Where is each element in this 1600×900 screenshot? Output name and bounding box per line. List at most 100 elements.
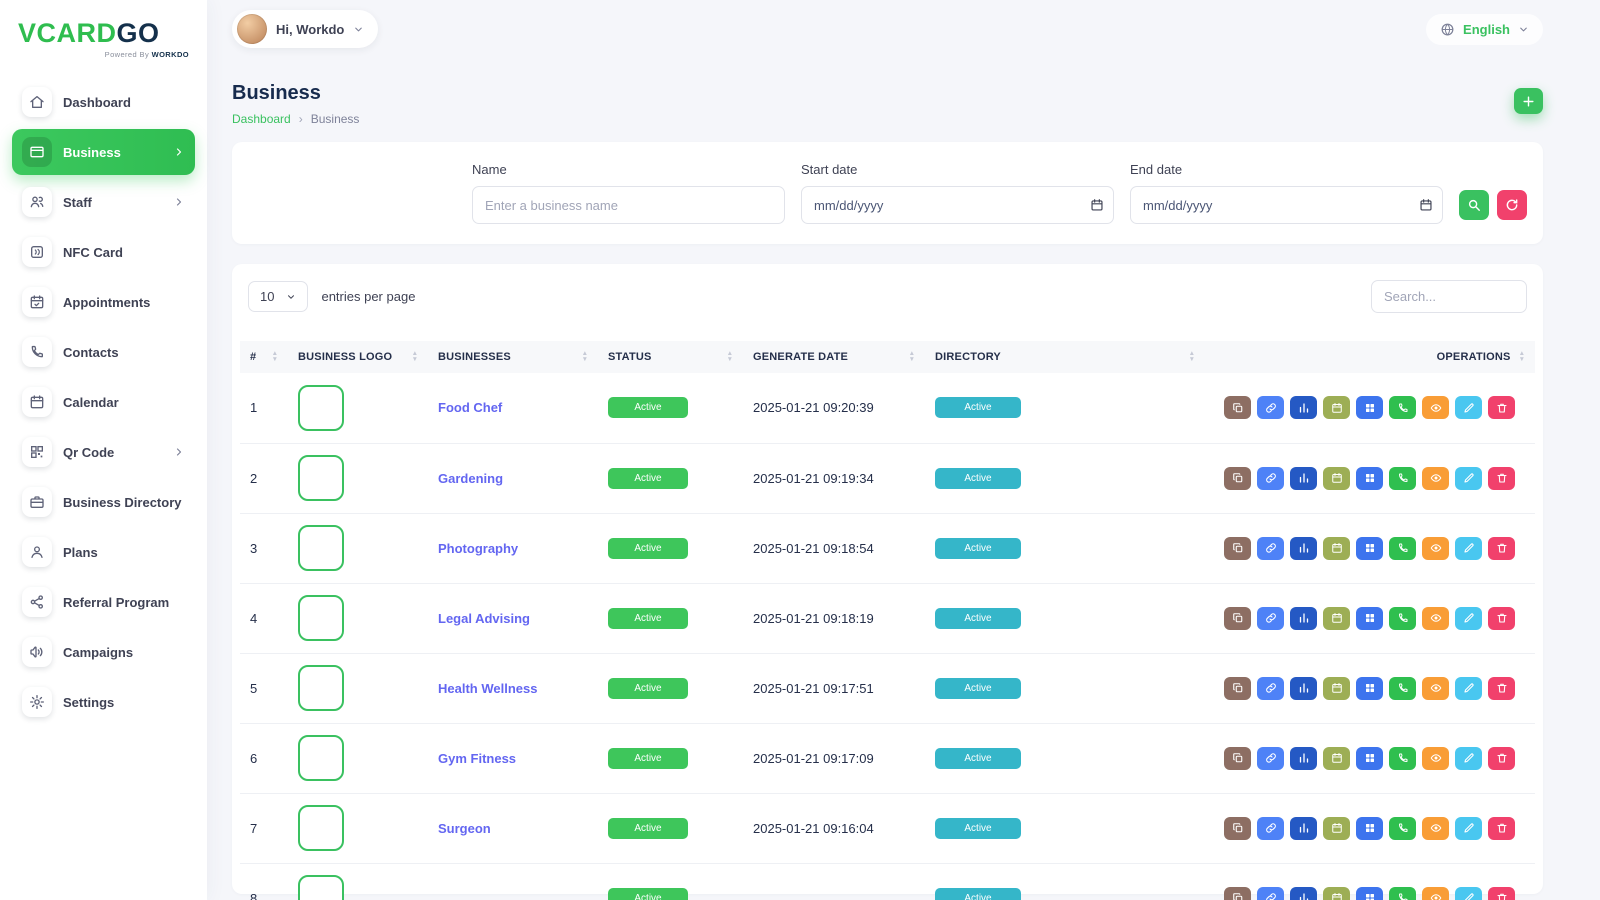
analytics-button[interactable] — [1290, 677, 1317, 700]
entries-per-page-select[interactable]: 10 — [248, 281, 308, 312]
link-button[interactable] — [1257, 467, 1284, 490]
sidebar-item[interactable]: Calendar — [12, 379, 195, 425]
sidebar-item[interactable]: Dashboard — [12, 79, 195, 125]
copy-button[interactable] — [1224, 467, 1251, 490]
copy-button[interactable] — [1224, 607, 1251, 630]
sidebar-item[interactable]: Referral Program — [12, 579, 195, 625]
link-button[interactable] — [1257, 817, 1284, 840]
qr-grid-button[interactable] — [1356, 887, 1383, 900]
delete-button[interactable] — [1488, 817, 1515, 840]
analytics-button[interactable] — [1290, 467, 1317, 490]
add-business-button[interactable] — [1514, 88, 1543, 114]
link-button[interactable] — [1257, 396, 1284, 419]
appointments-button[interactable] — [1323, 817, 1350, 840]
qr-grid-button[interactable] — [1356, 396, 1383, 419]
link-button[interactable] — [1257, 537, 1284, 560]
sidebar-item[interactable]: Staff — [12, 179, 195, 225]
qr-grid-button[interactable] — [1356, 677, 1383, 700]
qr-grid-button[interactable] — [1356, 607, 1383, 630]
edit-button[interactable] — [1455, 817, 1482, 840]
business-name-link[interactable]: Gym Fitness — [438, 751, 516, 766]
appointments-button[interactable] — [1323, 747, 1350, 770]
edit-button[interactable] — [1455, 607, 1482, 630]
qr-grid-button[interactable] — [1356, 747, 1383, 770]
column-header[interactable]: Operations ▲▼ — [1205, 341, 1535, 373]
analytics-button[interactable] — [1290, 396, 1317, 419]
appointments-button[interactable] — [1323, 537, 1350, 560]
column-header[interactable]: Businesses ▲▼ — [428, 341, 598, 373]
delete-button[interactable] — [1488, 677, 1515, 700]
link-button[interactable] — [1257, 887, 1284, 900]
appointments-button[interactable] — [1323, 607, 1350, 630]
table-search-input[interactable] — [1371, 280, 1527, 313]
link-button[interactable] — [1257, 677, 1284, 700]
contacts-button[interactable] — [1389, 887, 1416, 900]
name-filter-input[interactable] — [472, 186, 785, 224]
view-button[interactable] — [1422, 677, 1449, 700]
edit-button[interactable] — [1455, 537, 1482, 560]
edit-button[interactable] — [1455, 467, 1482, 490]
analytics-button[interactable] — [1290, 607, 1317, 630]
business-name-link[interactable]: Photography — [438, 541, 518, 556]
contacts-button[interactable] — [1389, 817, 1416, 840]
start-date-input[interactable] — [801, 186, 1114, 224]
delete-button[interactable] — [1488, 607, 1515, 630]
edit-button[interactable] — [1455, 396, 1482, 419]
business-name-link[interactable]: Health Wellness — [438, 681, 537, 696]
view-button[interactable] — [1422, 396, 1449, 419]
copy-button[interactable] — [1224, 817, 1251, 840]
delete-button[interactable] — [1488, 747, 1515, 770]
contacts-button[interactable] — [1389, 747, 1416, 770]
appointments-button[interactable] — [1323, 396, 1350, 419]
copy-button[interactable] — [1224, 537, 1251, 560]
column-header[interactable]: Directory ▲▼ — [925, 341, 1205, 373]
delete-button[interactable] — [1488, 467, 1515, 490]
appointments-button[interactable] — [1323, 677, 1350, 700]
sidebar-item[interactable]: Qr Code — [12, 429, 195, 475]
edit-button[interactable] — [1455, 677, 1482, 700]
analytics-button[interactable] — [1290, 817, 1317, 840]
sidebar-item[interactable]: Plans — [12, 529, 195, 575]
copy-button[interactable] — [1224, 677, 1251, 700]
analytics-button[interactable] — [1290, 887, 1317, 900]
filter-reset-button[interactable] — [1497, 190, 1527, 220]
view-button[interactable] — [1422, 607, 1449, 630]
view-button[interactable] — [1422, 887, 1449, 900]
qr-grid-button[interactable] — [1356, 537, 1383, 560]
delete-button[interactable] — [1488, 537, 1515, 560]
breadcrumb-dashboard-link[interactable]: Dashboard — [232, 112, 291, 126]
appointments-button[interactable] — [1323, 467, 1350, 490]
qr-grid-button[interactable] — [1356, 467, 1383, 490]
business-name-link[interactable]: Surgeon — [438, 821, 491, 836]
view-button[interactable] — [1422, 817, 1449, 840]
contacts-button[interactable] — [1389, 677, 1416, 700]
column-header[interactable]: # ▲▼ — [240, 341, 288, 373]
business-name-link[interactable]: Food Chef — [438, 400, 502, 415]
sidebar-item[interactable]: Contacts — [12, 329, 195, 375]
filter-search-button[interactable] — [1459, 190, 1489, 220]
business-name-link[interactable]: Gardening — [438, 471, 503, 486]
link-button[interactable] — [1257, 747, 1284, 770]
column-header[interactable]: Business Logo ▲▼ — [288, 341, 428, 373]
column-header[interactable]: Status ▲▼ — [598, 341, 743, 373]
sidebar-item[interactable]: NFC Card — [12, 229, 195, 275]
analytics-button[interactable] — [1290, 537, 1317, 560]
qr-grid-button[interactable] — [1356, 817, 1383, 840]
copy-button[interactable] — [1224, 396, 1251, 419]
end-date-input[interactable] — [1130, 186, 1443, 224]
column-header[interactable]: Generate Date ▲▼ — [743, 341, 925, 373]
contacts-button[interactable] — [1389, 467, 1416, 490]
delete-button[interactable] — [1488, 396, 1515, 419]
analytics-button[interactable] — [1290, 747, 1317, 770]
view-button[interactable] — [1422, 747, 1449, 770]
contacts-button[interactable] — [1389, 396, 1416, 419]
contacts-button[interactable] — [1389, 607, 1416, 630]
appointments-button[interactable] — [1323, 887, 1350, 900]
view-button[interactable] — [1422, 467, 1449, 490]
copy-button[interactable] — [1224, 887, 1251, 900]
sidebar-item[interactable]: Campaigns — [12, 629, 195, 675]
contacts-button[interactable] — [1389, 537, 1416, 560]
sidebar-item[interactable]: Settings — [12, 679, 195, 725]
delete-button[interactable] — [1488, 887, 1515, 900]
link-button[interactable] — [1257, 607, 1284, 630]
